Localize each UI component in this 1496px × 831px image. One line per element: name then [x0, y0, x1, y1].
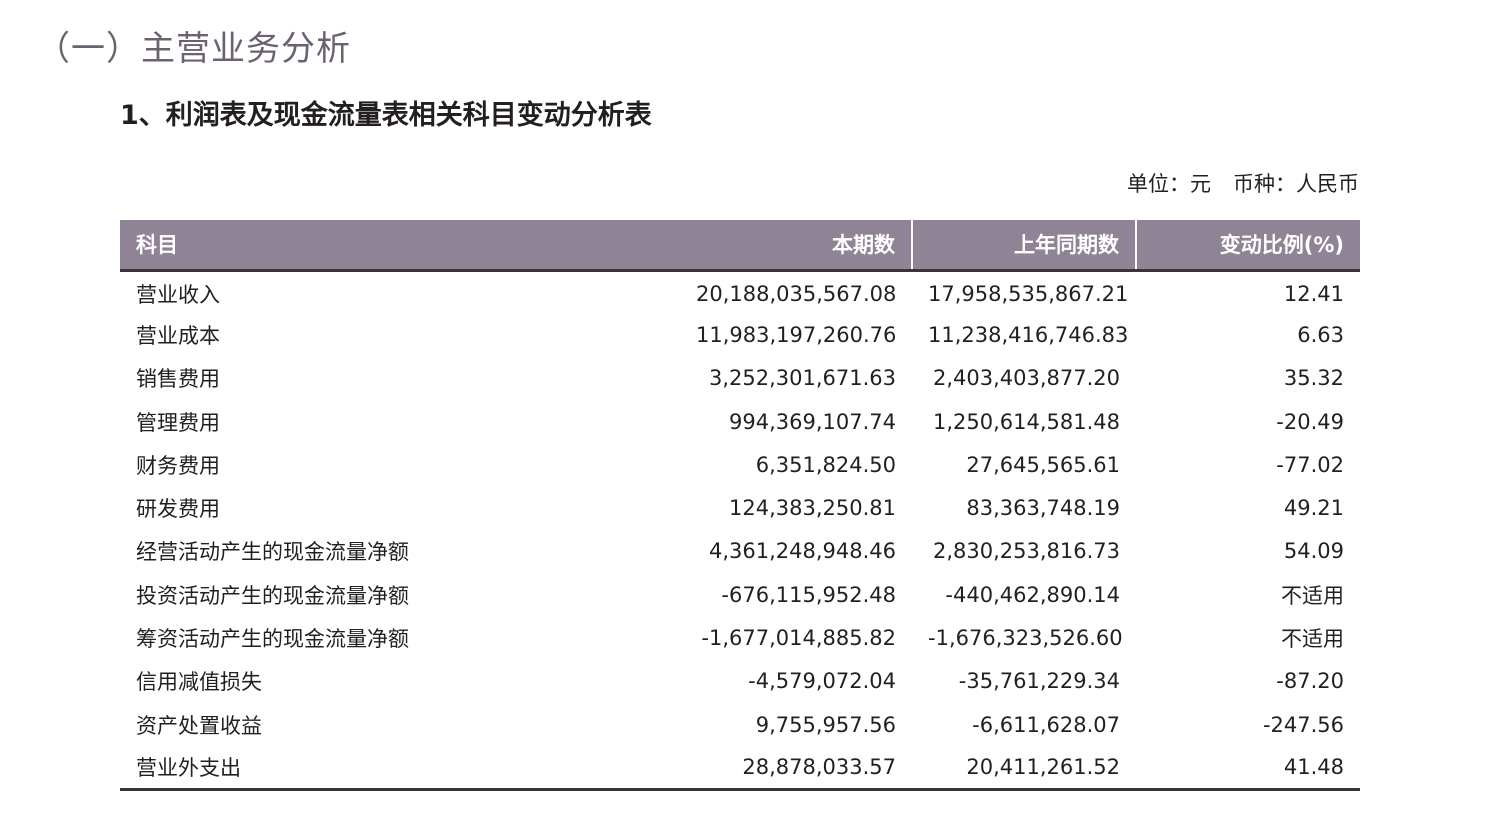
table-row: 研发费用 124,383,250.81 83,363,748.19 49.21: [120, 486, 1360, 529]
row-prior-value: 17,958,535,867.21: [928, 282, 1129, 307]
table-row: 筹资活动产生的现金流量净额 -1,677,014,885.82 -1,676,323…: [120, 616, 1360, 659]
row-prior-value: -440,462,890.14: [945, 582, 1120, 607]
row-current-value: -676,115,952.48: [721, 582, 896, 607]
row-change-ratio: 不适用: [1281, 627, 1344, 652]
table-row: 财务费用 6,351,824.50 27,645,565.61 -77.02: [120, 443, 1360, 486]
header-item: 科目: [120, 220, 680, 272]
row-current-value: 28,878,033.57: [680, 746, 912, 792]
row-item: 管理费用: [136, 410, 220, 435]
row-prior-value: 11,238,416,746.83: [928, 322, 1129, 347]
unit-label: 单位：元: [1127, 172, 1211, 196]
row-prior-value: -35,761,229.34: [958, 669, 1120, 694]
row-change-ratio: -77.02: [1276, 452, 1344, 477]
row-prior-value: 27,645,565.61: [966, 452, 1120, 477]
table-row: 管理费用 994,369,107.74 1,250,614,581.48 -20.49: [120, 400, 1360, 443]
row-item: 投资活动产生的现金流量净额: [136, 583, 409, 608]
row-prior-value: 2,830,253,816.73: [932, 539, 1120, 564]
table-header: 科目 本期数 上年同期数 变动比例(%): [120, 220, 1360, 272]
table-row: 资产处置收益 9,755,957.56 -6,611,628.07 -247.56: [120, 703, 1360, 746]
row-current-value: 4,361,248,948.46: [708, 539, 896, 564]
table-row: 经营活动产生的现金流量净额 4,361,248,948.46 2,830,253,8…: [120, 530, 1360, 573]
row-change-ratio: -20.49: [1276, 409, 1344, 434]
row-change-ratio: 49.21: [1283, 496, 1344, 521]
header-change-ratio: 变动比例(%): [1135, 220, 1360, 272]
row-item: 经营活动产生的现金流量净额: [136, 540, 409, 565]
row-change-ratio: -87.20: [1276, 669, 1344, 694]
row-current-value: 994,369,107.74: [729, 409, 896, 434]
row-current-value: -1,677,014,885.82: [701, 626, 896, 651]
header-row: 科目 本期数 上年同期数 变动比例(%): [120, 220, 1360, 272]
row-prior-value: 83,363,748.19: [966, 496, 1120, 521]
row-item: 财务费用: [136, 453, 220, 478]
table-body: 营业收入 20,188,035,567.08 17,958,535,867.21 12…: [120, 270, 1360, 792]
section-title: （一）主营业务分析: [36, 29, 351, 69]
row-current-value: 11,983,197,260.76: [696, 322, 897, 347]
row-change-ratio: 6.63: [1297, 322, 1344, 347]
row-prior-value: 20,411,261.52: [912, 746, 1136, 792]
row-prior-value: -6,611,628.07: [972, 712, 1120, 737]
row-current-value: 3,252,301,671.63: [708, 366, 896, 391]
row-item: 营业收入: [136, 283, 220, 308]
row-item: 筹资活动产生的现金流量净额: [136, 627, 409, 652]
row-change-ratio: -247.56: [1262, 712, 1344, 737]
row-change-ratio: 54.09: [1283, 539, 1344, 564]
row-prior-value: 2,403,403,877.20: [932, 366, 1120, 391]
table-row: 投资活动产生的现金流量净额 -676,115,952.48 -440,462,890…: [120, 573, 1360, 616]
header-prior-period: 上年同期数: [911, 220, 1136, 272]
row-current-value: 6,351,824.50: [755, 452, 896, 477]
table-row: 销售费用 3,252,301,671.63 2,403,403,877.20 35.3…: [120, 357, 1360, 400]
row-item: 信用减值损失: [136, 670, 262, 695]
table-row: 营业成本 11,983,197,260.76 11,238,416,746.83 6.…: [120, 313, 1360, 356]
row-change-ratio: 41.48: [1136, 746, 1360, 792]
table-row: 营业收入 20,188,035,567.08 17,958,535,867.21 12…: [120, 270, 1360, 313]
analysis-table: 科目 本期数 上年同期数 变动比例(%) 营业收入 20,188,035,567.…: [120, 220, 1360, 792]
table-row: 信用减值损失 -4,579,072.04 -35,761,229.34 -87.20: [120, 660, 1360, 703]
header-current-period: 本期数: [680, 220, 912, 272]
row-prior-value: 1,250,614,581.48: [932, 409, 1120, 434]
row-prior-value: -1,676,323,526.60: [928, 626, 1123, 651]
row-change-ratio: 不适用: [1281, 583, 1344, 608]
row-item: 资产处置收益: [136, 713, 262, 738]
currency-label: 币种：人民币: [1233, 172, 1359, 196]
table-title: 1、利润表及现金流量表相关科目变动分析表: [120, 100, 652, 131]
row-current-value: 9,755,957.56: [755, 712, 896, 737]
table-row: 营业外支出 28,878,033.57 20,411,261.52 41.48: [120, 746, 1360, 792]
row-current-value: 20,188,035,567.08: [696, 282, 897, 307]
row-item: 营业外支出: [120, 746, 680, 792]
row-change-ratio: 12.41: [1283, 282, 1344, 307]
row-item: 研发费用: [136, 497, 220, 522]
row-item: 营业成本: [136, 323, 220, 348]
row-current-value: -4,579,072.04: [748, 669, 896, 694]
row-change-ratio: 35.32: [1283, 366, 1344, 391]
row-item: 销售费用: [136, 367, 220, 392]
row-current-value: 124,383,250.81: [729, 496, 896, 521]
unit-note: 单位：元 币种：人民币: [1127, 168, 1359, 200]
